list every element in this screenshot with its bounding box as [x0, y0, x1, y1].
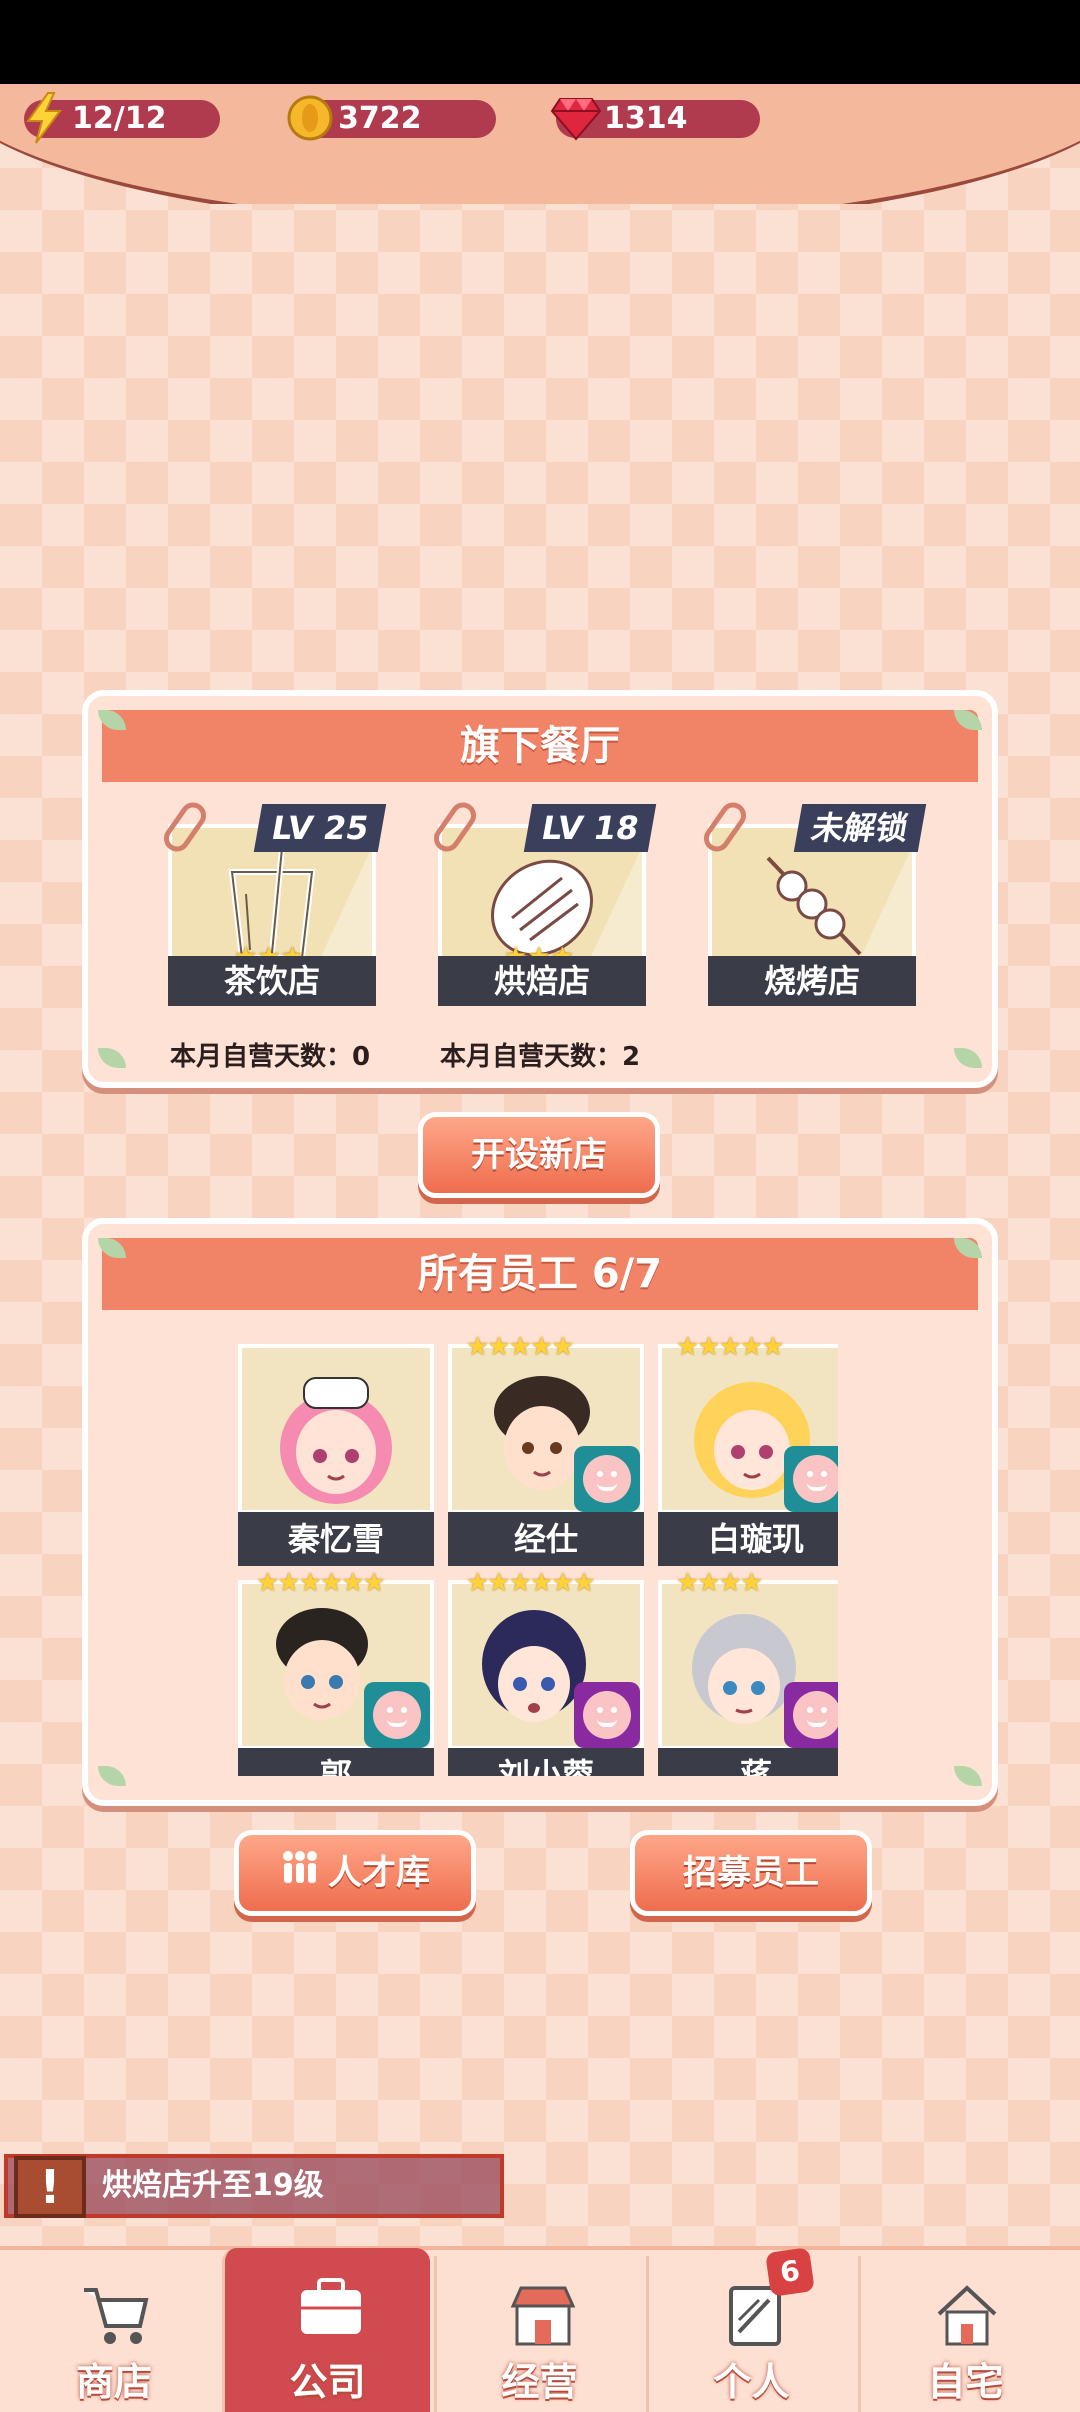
staff-stars: ★★★★★★	[466, 1568, 596, 1598]
shop-icon	[510, 2286, 576, 2346]
bottom-nav: 商店 公司 经营 6 个人 自宅	[0, 2246, 1080, 2412]
store-name: 茶饮店	[168, 956, 376, 1006]
restaurants-title: 旗下餐厅	[102, 710, 978, 782]
tab-home[interactable]: 自宅	[858, 2256, 1070, 2412]
store-level-badge: LV 18	[523, 804, 657, 852]
staff-panel: 所有员工 6/7 秦忆雪 ★★★★★ 经仕 ★★★★★ 白璇玑 ★★★★★★ 郭…	[82, 1218, 998, 1806]
leaf-decor-icon	[98, 1766, 126, 1786]
gem-value: 1314	[604, 101, 688, 136]
staff-stars: ★★★★★	[676, 1332, 785, 1362]
gem-icon	[550, 90, 602, 146]
alert-icon: !	[14, 2156, 86, 2218]
store-name: 烧烤店	[708, 956, 916, 1006]
tab-label: 经营	[501, 2360, 578, 2404]
staff-stars: ★★★★★	[466, 1332, 575, 1362]
tab-label: 商店	[75, 2360, 152, 2404]
leaf-decor-icon	[954, 1048, 982, 1068]
coin-counter[interactable]: 3722	[287, 95, 496, 141]
mood-icon	[574, 1682, 640, 1748]
coin-icon	[284, 90, 336, 146]
gem-counter[interactable]: 1314	[550, 98, 760, 141]
notification-banner[interactable]: ! 烘焙店升至19级	[4, 2154, 504, 2218]
mood-icon	[574, 1446, 640, 1512]
staff-portrait	[238, 1344, 434, 1514]
staff-stars: ★★★★	[676, 1568, 763, 1598]
leaf-decor-icon	[954, 1766, 982, 1786]
briefcase-icon	[301, 2278, 361, 2334]
tab-label: 个人	[713, 2360, 790, 2404]
tab-shop[interactable]: 商店	[10, 2256, 218, 2412]
notification-text: 烘焙店升至19级	[102, 2168, 324, 2203]
staff-name: 经仕	[448, 1512, 644, 1566]
staff-title: 所有员工 6/7	[102, 1238, 978, 1310]
leaf-decor-icon	[98, 1048, 126, 1068]
status-bar	[0, 0, 1080, 84]
mood-icon	[784, 1446, 838, 1512]
energy-value: 12/12	[72, 101, 167, 136]
staff-grid: 秦忆雪 ★★★★★ 经仕 ★★★★★ 白璇玑 ★★★★★★ 郭 ★★★★★★ 刘…	[238, 1328, 838, 1776]
open-new-store-button[interactable]: 开设新店	[418, 1112, 660, 1198]
house-icon	[937, 2285, 997, 2346]
staff-card[interactable]: ★★★★★ 白璇玑	[658, 1332, 838, 1568]
staff-card[interactable]: 秦忆雪	[238, 1344, 434, 1568]
tab-operations[interactable]: 经营	[434, 2256, 642, 2412]
staff-card[interactable]: ★★★★★ 经仕	[448, 1332, 644, 1568]
lightning-icon	[18, 90, 70, 146]
talent-pool-label: 人才库	[328, 1853, 430, 1893]
recruit-staff-button[interactable]: 招募员工	[630, 1830, 872, 1916]
staff-name: 白璇玑	[658, 1512, 838, 1566]
coin-value: 3722	[338, 101, 422, 136]
store-name: 烘焙店	[438, 956, 646, 1006]
girl-chef-portrait-icon	[280, 1377, 392, 1504]
restaurants-panel: 旗下餐厅 ★★★ LV 25 茶饮店 ★★★ LV 18	[82, 690, 998, 1088]
people-icon	[280, 1837, 320, 1913]
store-card-bakery[interactable]: ★★★ LV 18 烘焙店	[428, 797, 657, 1014]
cart-icon	[84, 2288, 149, 2344]
store-locked-badge: 未解锁	[793, 804, 927, 852]
staff-card[interactable]: ★★★★★★ 刘小蓉	[448, 1568, 644, 1776]
staff-name: 蒋	[658, 1748, 838, 1776]
store-level-badge: LV 25	[253, 804, 387, 852]
staff-name: 刘小蓉	[448, 1748, 644, 1776]
tab-personal[interactable]: 6 个人	[646, 2247, 854, 2412]
notification-badge: 6	[765, 2247, 815, 2297]
tab-company[interactable]: 公司	[222, 2248, 430, 2412]
staff-name: 秦忆雪	[238, 1512, 434, 1566]
staff-stars: ★★★★★★	[256, 1568, 386, 1598]
store-card-bbq[interactable]: 未解锁 烧烤店	[698, 797, 927, 1014]
staff-card[interactable]: ★★★★ 蒋	[658, 1568, 838, 1776]
self-operated-days: 本月自营天数：0	[170, 1042, 371, 1072]
energy-counter[interactable]: 12/12	[24, 92, 220, 144]
store-card-tea[interactable]: ★★★ LV 25 茶饮店	[158, 797, 387, 1014]
tab-label: 自宅	[927, 2360, 1004, 2404]
staff-name: 郭	[238, 1748, 434, 1776]
tab-label: 公司	[289, 2360, 366, 2404]
mood-icon	[364, 1682, 430, 1748]
mood-icon	[784, 1682, 838, 1748]
staff-card[interactable]: ★★★★★★ 郭	[238, 1568, 434, 1776]
self-operated-days: 本月自营天数：2	[440, 1042, 641, 1072]
talent-pool-button[interactable]: 人才库	[234, 1830, 476, 1916]
